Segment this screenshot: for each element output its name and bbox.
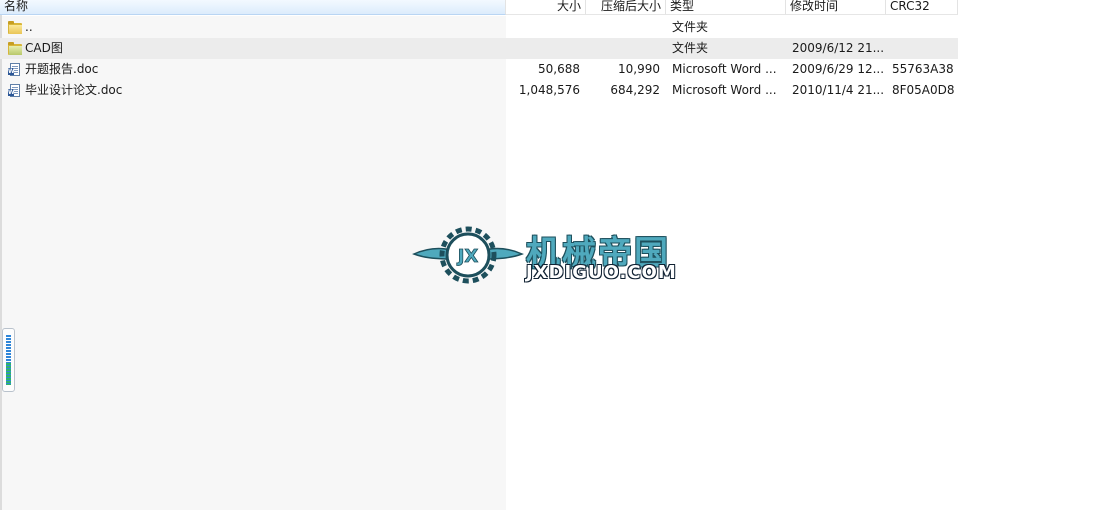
file-name: 毕业设计论文.doc xyxy=(25,83,123,97)
list-item-cad-folder[interactable]: CAD图 文件夹 2009/6/12 21... xyxy=(0,38,958,59)
file-packed-size xyxy=(586,38,660,59)
file-size: 1,048,576 xyxy=(518,83,580,97)
watermark-logo: JX 机械帝国 JXDIGUO.COM xyxy=(412,222,708,286)
gear-wings-icon: JX xyxy=(412,226,524,284)
side-scroll-handle[interactable] xyxy=(2,328,15,392)
list-item-thesis-doc[interactable]: W 毕业设计论文.doc 1,048,576 684,292 Microsoft… xyxy=(0,80,958,101)
file-modified: 2009/6/12 21... xyxy=(792,41,884,55)
file-crc32: 8F05A0D8 xyxy=(892,83,955,97)
header-type[interactable]: 类型 xyxy=(666,0,786,15)
file-type: 文件夹 xyxy=(672,41,709,55)
file-type: Microsoft Word ... xyxy=(672,62,777,76)
logo-mark-text: JX xyxy=(456,246,479,267)
file-crc32 xyxy=(892,38,956,59)
folder-icon xyxy=(8,42,22,55)
list-item-parent[interactable]: .. 文件夹 xyxy=(0,17,958,38)
word-document-icon: W xyxy=(8,84,22,97)
header-packed-size[interactable]: 压缩后大小 xyxy=(586,0,666,15)
file-name: .. xyxy=(25,20,33,34)
header-name[interactable]: 名称 xyxy=(0,0,506,15)
file-size: 50,688 xyxy=(538,62,580,76)
header-modified-label: 修改时间 xyxy=(790,0,839,13)
file-modified: 2009/6/29 12... xyxy=(792,62,884,76)
header-size-label: 大小 xyxy=(556,0,581,13)
file-crc32: 55763A38 xyxy=(892,62,954,76)
header-packed-label: 压缩后大小 xyxy=(600,0,661,13)
file-modified: 2010/11/4 21... xyxy=(792,83,884,97)
header-type-label: 类型 xyxy=(670,0,695,13)
list-item-proposal-doc[interactable]: W 开题报告.doc 50,688 10,990 Microsoft Word … xyxy=(0,59,958,80)
file-crc32 xyxy=(892,17,956,38)
file-packed-size xyxy=(586,17,660,38)
file-size xyxy=(506,38,580,59)
header-crc32[interactable]: CRC32 xyxy=(886,0,958,15)
header-size[interactable]: 大小 xyxy=(506,0,586,15)
file-size xyxy=(506,17,580,38)
file-modified xyxy=(792,17,884,38)
header-name-label: 名称 xyxy=(4,0,29,13)
header-crc-label: CRC32 xyxy=(890,0,930,13)
file-name: 开题报告.doc xyxy=(25,62,99,76)
watermark-subtitle: JXDIGUO.COM xyxy=(526,262,677,283)
folder-icon xyxy=(8,21,22,34)
word-document-icon: W xyxy=(8,63,22,76)
file-name: CAD图 xyxy=(25,41,63,55)
column-header: 名称 大小 压缩后大小 类型 修改时间 CRC32 xyxy=(0,0,1118,16)
file-type: 文件夹 xyxy=(672,20,709,34)
meter-bars-green xyxy=(6,363,11,385)
header-modified[interactable]: 修改时间 xyxy=(786,0,886,15)
file-packed-size: 10,990 xyxy=(618,62,660,76)
file-packed-size: 684,292 xyxy=(610,83,660,97)
file-type: Microsoft Word ... xyxy=(672,83,777,97)
